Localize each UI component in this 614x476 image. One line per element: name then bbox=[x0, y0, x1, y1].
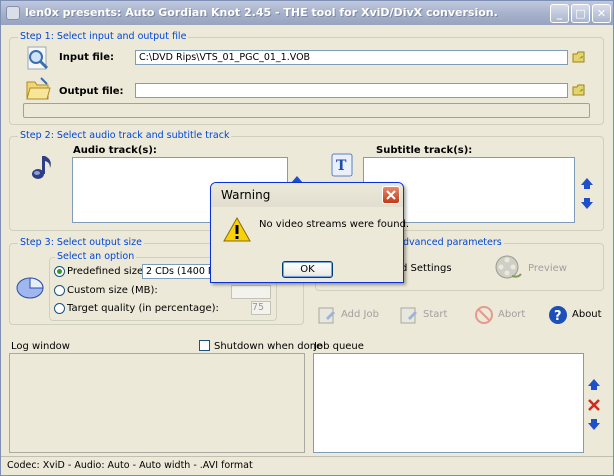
queue-down-arrow-icon[interactable] bbox=[588, 419, 600, 430]
predefined-size-radio[interactable] bbox=[54, 266, 65, 277]
advanced-legend: dvanced parameters bbox=[401, 237, 504, 248]
output-file-label: Output file: bbox=[59, 86, 124, 97]
film-preview-icon[interactable] bbox=[494, 254, 522, 280]
about-label: About bbox=[572, 309, 602, 320]
input-file-field[interactable]: C:\DVD Rips\VTS_01_PGC_01_1.VOB bbox=[135, 50, 568, 65]
maximize-button[interactable]: □ bbox=[571, 4, 590, 23]
audio-tracks-label: Audio track(s): bbox=[73, 145, 157, 156]
start-icon bbox=[400, 307, 417, 324]
subtitle-tracks-label: Subtitle track(s): bbox=[376, 145, 473, 156]
open-folder-icon bbox=[26, 77, 51, 100]
help-icon: ? bbox=[549, 306, 567, 324]
progress-bar bbox=[23, 103, 590, 118]
predefined-size-select[interactable]: 2 CDs (1400 MB) bbox=[142, 264, 214, 279]
target-quality-spinner[interactable]: 75 bbox=[251, 301, 271, 315]
queue-delete-icon[interactable] bbox=[588, 399, 600, 411]
dialog-close-button[interactable] bbox=[382, 186, 400, 204]
svg-text:?: ? bbox=[554, 309, 562, 324]
custom-size-spinner[interactable] bbox=[231, 285, 271, 299]
start-label: Start bbox=[423, 309, 448, 320]
queue-up-arrow-icon[interactable] bbox=[588, 379, 600, 390]
job-queue-list[interactable] bbox=[313, 353, 584, 453]
close-icon bbox=[386, 190, 396, 200]
close-button[interactable]: ✕ bbox=[592, 4, 611, 23]
browse-output-icon[interactable] bbox=[572, 83, 586, 97]
status-text: Codec: XviD - Audio: Auto - Auto width -… bbox=[7, 460, 253, 471]
subtitle-icon: T bbox=[331, 153, 353, 177]
job-queue-label: Job queue bbox=[314, 341, 364, 352]
ok-button[interactable]: OK bbox=[282, 261, 333, 278]
disc-size-icon bbox=[16, 277, 44, 299]
dialog-title-bar[interactable]: Warning bbox=[211, 183, 403, 207]
step3-legend: Step 3: Select output size bbox=[18, 237, 145, 248]
shutdown-checkbox[interactable] bbox=[199, 340, 210, 351]
abort-icon bbox=[475, 306, 493, 324]
log-window-label: Log window bbox=[11, 341, 70, 352]
add-job-label: Add Job bbox=[341, 309, 379, 320]
warning-icon bbox=[223, 217, 251, 242]
dialog-message: No video streams were found. bbox=[259, 219, 410, 230]
title-bar[interactable]: len0x presents: Auto Gordian Knot 2.45 -… bbox=[1, 1, 613, 25]
app-icon bbox=[6, 6, 20, 20]
target-quality-label: Target quality (in percentage): bbox=[67, 303, 219, 314]
dialog-title: Warning bbox=[221, 188, 271, 202]
minimize-button[interactable]: _ bbox=[550, 4, 569, 23]
browse-folder-icon[interactable] bbox=[572, 50, 586, 64]
search-file-icon bbox=[27, 46, 49, 70]
predefined-size-label: Predefined size: bbox=[67, 266, 147, 277]
add-job-button[interactable]: Add Job bbox=[317, 305, 381, 325]
shutdown-label: Shutdown when done bbox=[214, 341, 323, 352]
step2-legend: Step 2: Select audio track and subtitle … bbox=[18, 130, 232, 141]
step1-legend: Step 1: Select input and output file bbox=[18, 31, 189, 42]
subtitle-down-arrow-icon[interactable] bbox=[581, 198, 593, 209]
abort-button[interactable]: Abort bbox=[474, 305, 526, 325]
start-button[interactable]: Start bbox=[399, 305, 449, 325]
warning-dialog: Warning No video streams were found. OK bbox=[210, 182, 409, 283]
music-note-icon bbox=[32, 156, 51, 179]
output-file-field[interactable] bbox=[135, 83, 568, 98]
add-job-icon bbox=[318, 307, 335, 324]
advanced-settings-button[interactable]: d Settings bbox=[401, 263, 452, 274]
window-title: len0x presents: Auto Gordian Knot 2.45 -… bbox=[25, 6, 498, 19]
option-legend: Select an option bbox=[55, 251, 137, 262]
custom-size-radio[interactable] bbox=[54, 285, 65, 296]
custom-size-label: Custom size (MB): bbox=[67, 285, 158, 296]
input-file-label: Input file: bbox=[59, 52, 114, 63]
preview-label[interactable]: Preview bbox=[528, 263, 567, 274]
main-window: len0x presents: Auto Gordian Knot 2.45 -… bbox=[0, 0, 614, 476]
log-window[interactable] bbox=[9, 353, 305, 453]
target-quality-radio[interactable] bbox=[54, 303, 65, 314]
abort-label: Abort bbox=[498, 309, 526, 320]
svg-text:T: T bbox=[336, 158, 347, 174]
status-bar: Codec: XviD - Audio: Auto - Auto width -… bbox=[1, 456, 613, 476]
about-button[interactable]: ? About bbox=[548, 305, 603, 325]
subtitle-up-arrow-icon[interactable] bbox=[581, 178, 593, 189]
